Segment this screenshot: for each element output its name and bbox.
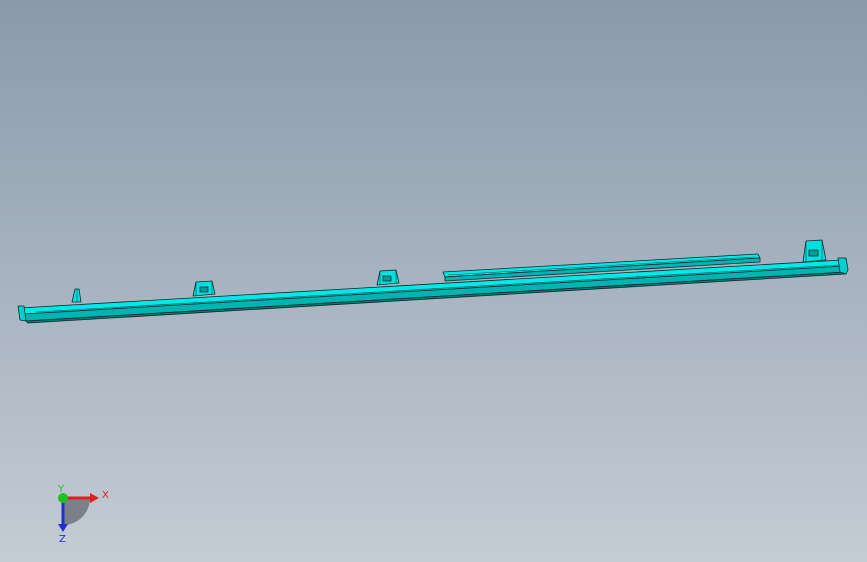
model-view[interactable]	[0, 0, 867, 562]
clip-bracket-4[interactable]	[802, 239, 827, 263]
z-axis-label: Z	[59, 534, 66, 545]
y-axis-label: Y	[57, 484, 65, 495]
x-axis-label: X	[102, 490, 109, 501]
viewport-background	[0, 0, 867, 562]
z-axis-arrow	[58, 524, 68, 532]
orientation-triad[interactable]: X Y Z	[40, 480, 120, 550]
graphics-viewport[interactable]	[0, 0, 867, 562]
clip-bracket-2[interactable]	[192, 280, 216, 297]
triad-shadow	[63, 498, 90, 525]
x-axis-arrow	[90, 493, 99, 503]
clip-bracket-3[interactable]	[376, 269, 400, 286]
